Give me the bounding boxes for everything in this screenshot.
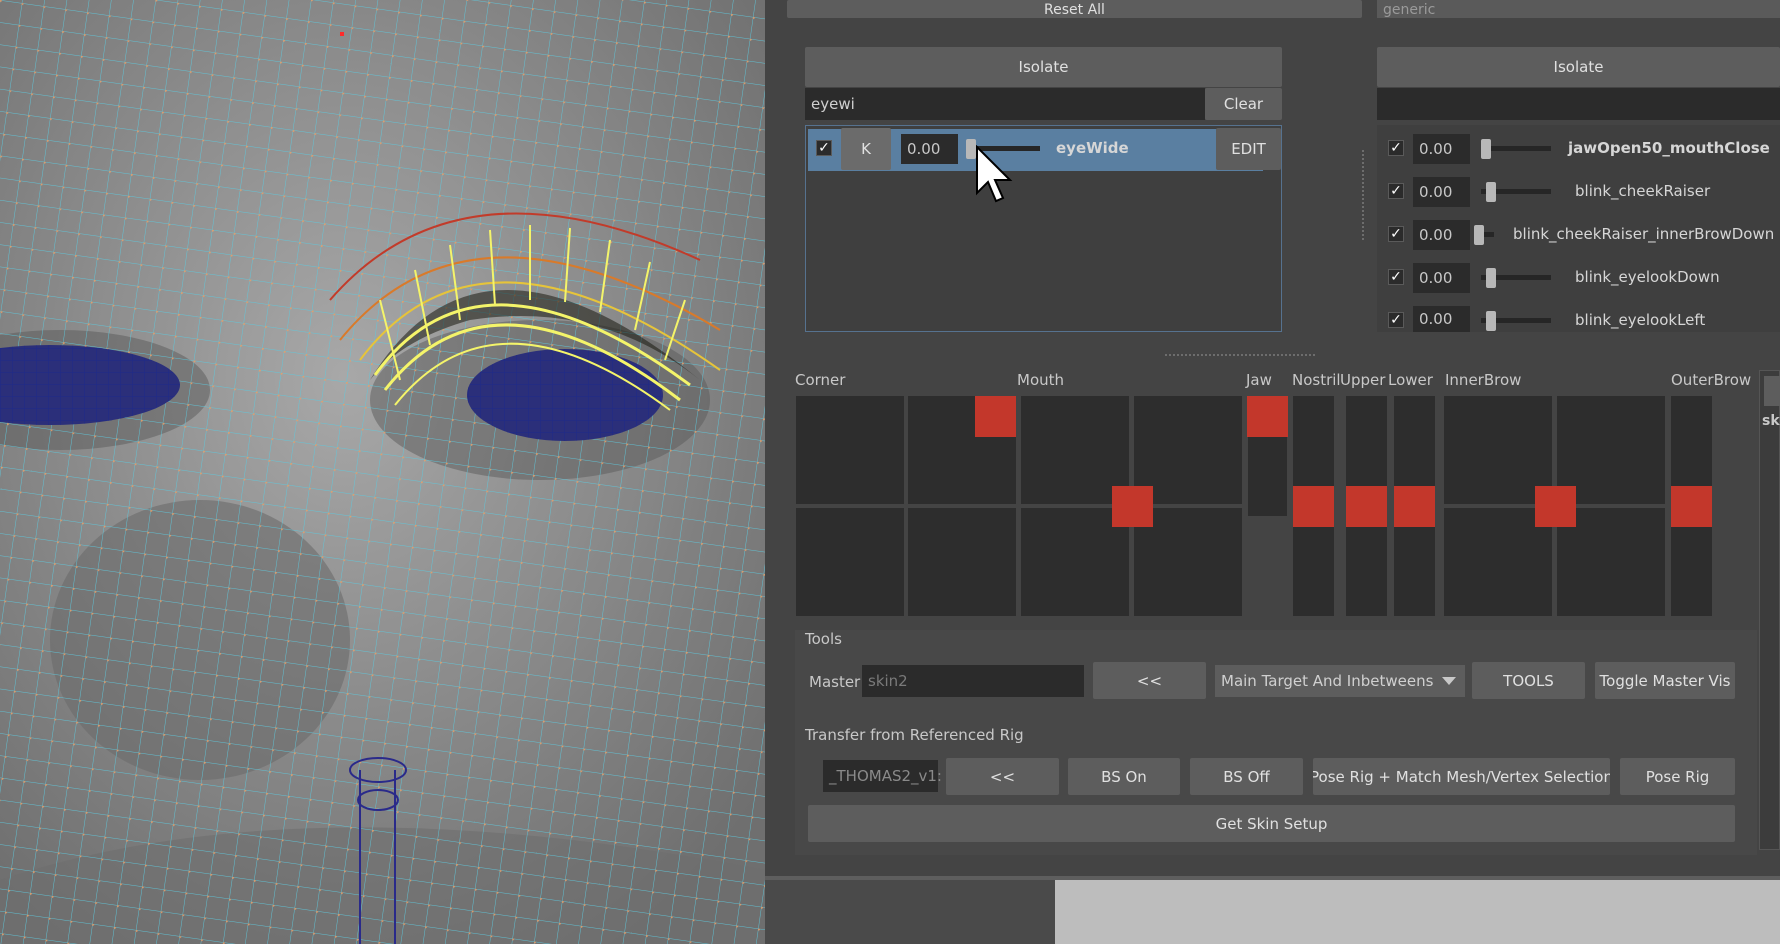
side-panel: sk — [1759, 370, 1780, 850]
face-mesh-render — [0, 0, 765, 944]
blendshape-name: blink_eyelookDown — [1575, 268, 1720, 286]
blendshape-list-left[interactable]: ✓ K 0.00 eyeWide EDIT — [805, 125, 1282, 332]
nostril-control-handle[interactable] — [1293, 486, 1334, 527]
weight-value-field[interactable]: 0.00 — [901, 134, 958, 164]
weight-slider-track[interactable] — [1481, 146, 1551, 151]
corner-control-handle[interactable] — [975, 396, 1016, 437]
blendshape-name: blink_eyelookLeft — [1575, 311, 1706, 329]
master-pick-button[interactable]: << — [1093, 662, 1206, 699]
master-label: Master — [809, 673, 861, 691]
panel-splitter[interactable] — [1362, 150, 1364, 240]
blendshape-list-right[interactable]: ✓ 0.00 jawOpen50_mouthClose ✓ 0.00 blink… — [1377, 125, 1780, 332]
enable-checkbox[interactable]: ✓ — [1388, 312, 1404, 328]
preset-field[interactable]: generic — [1377, 0, 1780, 18]
jaw-control-handle[interactable] — [1247, 396, 1288, 437]
tools-button[interactable]: TOOLS — [1472, 662, 1585, 699]
weight-value-field[interactable]: 0.00 — [1413, 134, 1470, 164]
enable-checkbox[interactable]: ✓ — [1388, 269, 1404, 285]
upper-label: Upper — [1340, 371, 1386, 389]
transfer-title: Transfer from Referenced Rig — [805, 726, 1024, 744]
3d-viewport[interactable] — [0, 0, 765, 944]
weight-slider-handle[interactable] — [1486, 311, 1496, 331]
weight-slider-handle[interactable] — [1486, 268, 1496, 288]
blendshape-name: jawOpen50_mouthClose — [1568, 139, 1770, 157]
side-panel-label: sk — [1762, 413, 1780, 429]
outerbrow-control-handle[interactable] — [1671, 486, 1712, 527]
mouth-label: Mouth — [1017, 371, 1065, 389]
background-window — [765, 880, 1780, 944]
enable-checkbox[interactable]: ✓ — [1388, 226, 1404, 242]
pose-rig-match-button[interactable]: Pose Rig + Match Mesh/Vertex Selection — [1313, 758, 1610, 795]
weight-slider-handle[interactable] — [1481, 139, 1491, 159]
weight-value-field[interactable]: 0.00 — [1413, 177, 1470, 207]
innerbrow-label: InnerBrow — [1445, 371, 1522, 389]
key-button[interactable]: K — [841, 128, 891, 170]
referenced-rig-field[interactable]: _THOMAS2_v1: — [823, 760, 942, 792]
blendshape-name: blink_cheekRaiser_innerBrowDown — [1513, 225, 1775, 243]
lower-label: Lower — [1388, 371, 1433, 389]
innerbrow-control-handle[interactable] — [1535, 486, 1576, 527]
corner-pad-left-top[interactable] — [796, 396, 904, 504]
nostril-label: Nostril — [1292, 371, 1341, 389]
mode-dropdown-value: Main Target And Inbetweens — [1221, 672, 1434, 690]
enable-checkbox[interactable]: ✓ — [1388, 140, 1404, 156]
tools-title: Tools — [805, 630, 842, 648]
clear-button[interactable]: Clear — [1205, 88, 1282, 120]
upper-control-handle[interactable] — [1346, 486, 1387, 527]
lower-control-handle[interactable] — [1394, 486, 1435, 527]
weight-value-field[interactable]: 0.00 — [1413, 306, 1470, 332]
screen: Reset All generic Isolate eyewi Clear ✓ … — [0, 0, 1780, 944]
mouth-control-handle[interactable] — [1112, 486, 1153, 527]
reset-all-button[interactable]: Reset All — [787, 0, 1362, 18]
pose-rig-button[interactable]: Pose Rig — [1620, 758, 1735, 795]
jaw-label: Jaw — [1246, 371, 1272, 389]
background-window-area — [1055, 880, 1780, 944]
corner-pad-left-bottom[interactable] — [796, 508, 904, 616]
master-field[interactable]: skin2 — [862, 665, 1084, 697]
weight-value-field[interactable]: 0.00 — [1413, 220, 1470, 250]
enable-checkbox[interactable]: ✓ — [816, 140, 832, 156]
blendshape-name: eyeWide — [1056, 139, 1129, 157]
enable-checkbox[interactable]: ✓ — [1388, 183, 1404, 199]
weight-slider-handle[interactable] — [1486, 182, 1496, 202]
blendshape-editor-panel: Reset All generic Isolate eyewi Clear ✓ … — [765, 0, 1780, 876]
chevron-down-icon[interactable] — [1442, 677, 1456, 685]
rig-pick-button[interactable]: << — [946, 758, 1059, 795]
side-panel-button[interactable] — [1764, 376, 1780, 406]
bs-on-button[interactable]: BS On — [1068, 758, 1180, 795]
weight-slider-handle[interactable] — [1474, 225, 1484, 245]
search-input-right[interactable] — [1377, 88, 1780, 120]
isolate-button-right[interactable]: Isolate — [1377, 47, 1780, 87]
outerbrow-label: OuterBrow — [1671, 371, 1752, 389]
get-skin-setup-button[interactable]: Get Skin Setup — [808, 805, 1735, 842]
weight-value-field[interactable]: 0.00 — [1413, 263, 1470, 293]
corner-pad-right-bottom[interactable] — [908, 508, 1016, 616]
isolate-button-left[interactable]: Isolate — [805, 47, 1282, 87]
toggle-master-vis-button[interactable]: Toggle Master Vis — [1595, 662, 1735, 699]
mode-dropdown[interactable]: Main Target And Inbetweens — [1215, 665, 1465, 697]
search-input-left[interactable]: eyewi — [805, 88, 1205, 120]
mouse-cursor-icon — [976, 145, 1013, 203]
blendshape-name: blink_cheekRaiser — [1575, 182, 1711, 200]
corner-label: Corner — [795, 371, 846, 389]
panel-splitter-horizontal[interactable] — [1165, 354, 1315, 356]
edit-button[interactable]: EDIT — [1216, 128, 1281, 170]
bs-off-button[interactable]: BS Off — [1190, 758, 1303, 795]
